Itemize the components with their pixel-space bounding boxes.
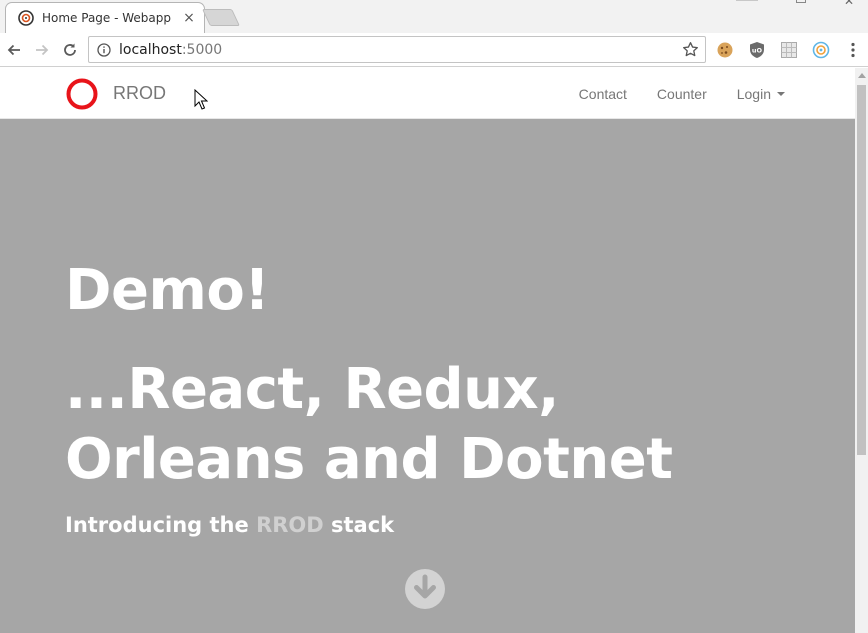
maximize-icon[interactable]	[795, 0, 806, 3]
hero-section: Demo! ...React, Redux, Orleans and Dotne…	[0, 119, 855, 633]
tagline-suffix: stack	[323, 513, 395, 537]
site-navbar: RROD Contact Counter Login	[0, 68, 855, 119]
reload-icon	[64, 43, 76, 56]
nav-link-counter[interactable]: Counter	[657, 86, 707, 102]
window-close-icon[interactable]: ✕	[844, 0, 854, 7]
tab-strip: Home Page - Webapp × ✕	[0, 0, 868, 33]
forward-button[interactable]	[28, 36, 56, 64]
browser-toolbar: localhost:5000 uO	[0, 33, 868, 67]
reload-button[interactable]	[56, 36, 84, 64]
forward-arrow-icon	[36, 44, 49, 55]
tagline-accent: RROD	[256, 513, 324, 537]
brand-name[interactable]: RROD	[113, 83, 166, 104]
info-icon[interactable]	[97, 42, 111, 57]
target-extension-icon[interactable]	[812, 41, 830, 59]
url-port: :5000	[181, 41, 223, 58]
browser-tab[interactable]: Home Page - Webapp ×	[5, 2, 205, 33]
ublock-icon[interactable]: uO	[748, 41, 766, 59]
grid-extension-icon[interactable]	[780, 41, 798, 59]
scroll-up-icon[interactable]	[858, 73, 866, 78]
page-viewport: RROD Contact Counter Login Demo! ...Reac…	[0, 68, 855, 633]
cookie-icon[interactable]	[716, 41, 734, 59]
tab-close-icon[interactable]: ×	[182, 10, 196, 26]
svg-text:uO: uO	[752, 47, 763, 55]
back-arrow-icon	[7, 44, 20, 55]
star-icon[interactable]	[682, 41, 699, 58]
mouse-cursor-icon	[194, 89, 208, 110]
url-host: localhost	[119, 41, 182, 58]
hero-subtitle: ...React, Redux, Orleans and Dotnet	[65, 357, 673, 492]
tab-title: Home Page - Webapp	[42, 11, 172, 25]
page-scrollbar[interactable]	[855, 68, 868, 633]
favicon-icon	[18, 10, 34, 26]
scroll-thumb[interactable]	[857, 85, 866, 455]
down-arrow-circle-icon[interactable]	[404, 568, 446, 610]
address-bar[interactable]: localhost:5000	[88, 36, 706, 63]
nav-link-contact[interactable]: Contact	[579, 86, 627, 102]
new-tab-button[interactable]	[202, 9, 240, 26]
caret-down-icon	[777, 91, 785, 96]
window-controls: ✕	[735, 0, 854, 7]
login-label: Login	[736, 85, 771, 102]
nav-link-login[interactable]: Login	[737, 86, 785, 102]
brand-logo-icon[interactable]	[66, 78, 98, 110]
tagline-prefix: Introducing the	[65, 513, 257, 537]
hero-title: Demo!	[65, 258, 270, 323]
back-button[interactable]	[0, 36, 28, 64]
hero-tagline: Introducing the RROD stack	[65, 513, 394, 537]
more-icon[interactable]	[848, 41, 858, 59]
nav-links: Contact Counter Login	[579, 68, 785, 119]
minimize-icon[interactable]	[735, 0, 758, 1]
